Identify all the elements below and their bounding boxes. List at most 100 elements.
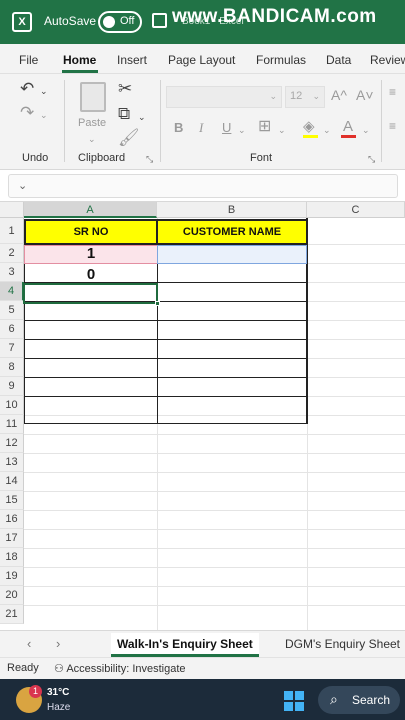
table-border bbox=[24, 396, 307, 397]
italic-icon[interactable]: I bbox=[199, 119, 203, 136]
row-header-14[interactable]: 14 bbox=[0, 472, 24, 491]
tab-home[interactable]: Home bbox=[63, 53, 96, 67]
copy-icon[interactable]: ⧉ bbox=[118, 105, 130, 122]
accessibility-text: Accessibility: Investigate bbox=[66, 663, 186, 675]
row-header-6[interactable]: 6 bbox=[0, 320, 24, 339]
paste-label[interactable]: Paste bbox=[78, 115, 106, 132]
row-header-17[interactable]: 17 bbox=[0, 529, 24, 548]
clipboard-launcher-icon[interactable]: ⤡ bbox=[146, 154, 153, 165]
fill-color-icon[interactable]: ◈ bbox=[303, 118, 315, 135]
group-undo-label: Undo bbox=[22, 152, 49, 164]
gridline bbox=[24, 491, 405, 492]
row-header-5[interactable]: 5 bbox=[0, 301, 24, 320]
gridline bbox=[24, 472, 405, 473]
search-icon: ⌕ bbox=[330, 691, 338, 707]
row-header-16[interactable]: 16 bbox=[0, 510, 24, 529]
sheet-tab-bar: ‹ › Walk-In's Enquiry Sheet DGM's Enquir… bbox=[0, 630, 405, 657]
cell-a2[interactable]: 1 bbox=[24, 245, 158, 264]
row-header-4[interactable]: 4 bbox=[0, 282, 24, 301]
column-header-c[interactable]: C bbox=[307, 202, 405, 218]
font-color-dropdown-icon[interactable]: ⌄ bbox=[362, 122, 370, 139]
row-header-11[interactable]: 11 bbox=[0, 415, 24, 434]
tab-page-layout[interactable]: Page Layout bbox=[168, 53, 235, 67]
row-header-19[interactable]: 19 bbox=[0, 567, 24, 586]
redo-icon[interactable]: ↷ bbox=[20, 104, 34, 121]
column-header-a[interactable]: A bbox=[24, 202, 157, 218]
row-header-8[interactable]: 8 bbox=[0, 358, 24, 377]
weather-condition: Haze bbox=[47, 702, 71, 713]
font-launcher-icon[interactable]: ⤡ bbox=[368, 154, 375, 165]
sheet-tab-walk-in[interactable]: Walk-In's Enquiry Sheet bbox=[111, 633, 259, 657]
select-all-corner[interactable] bbox=[0, 202, 24, 218]
copy-dropdown-icon[interactable]: ⌄ bbox=[138, 109, 146, 126]
font-size-value: 12 bbox=[290, 90, 303, 102]
format-painter-icon[interactable]: 🖌 bbox=[118, 129, 140, 146]
fill-dropdown-icon[interactable]: ⌄ bbox=[323, 122, 331, 139]
formula-input[interactable]: ⌄ bbox=[8, 174, 398, 198]
tab-insert[interactable]: Insert bbox=[117, 53, 147, 67]
font-name-combo[interactable]: ⌄ bbox=[166, 86, 282, 108]
windows-taskbar: 1 31°C Haze ⌕ Search bbox=[0, 679, 405, 720]
tab-scroll-right-icon[interactable]: › bbox=[56, 636, 60, 651]
row-header-9[interactable]: 9 bbox=[0, 377, 24, 396]
row-header-1[interactable]: 1 bbox=[0, 218, 24, 244]
worksheet-grid[interactable]: A B C 1 2 3 4 5 6 7 8 9 10 11 12 13 14 1… bbox=[0, 202, 405, 630]
undo-icon[interactable]: ↶ bbox=[20, 80, 34, 97]
windows-start-icon[interactable] bbox=[284, 691, 304, 711]
paste-icon[interactable] bbox=[80, 82, 106, 112]
cell-a3[interactable]: 0 bbox=[25, 264, 157, 282]
borders-icon[interactable]: ⊞ bbox=[258, 118, 271, 135]
cell-b2[interactable] bbox=[157, 245, 307, 264]
tab-formulas[interactable]: Formulas bbox=[256, 53, 306, 67]
cut-icon[interactable]: ✂ bbox=[118, 80, 132, 97]
ribbon-divider bbox=[381, 80, 382, 162]
cell-b1[interactable]: CUSTOMER NAME bbox=[156, 219, 308, 245]
row-header-21[interactable]: 21 bbox=[0, 605, 24, 624]
increase-font-icon[interactable]: A^ bbox=[331, 87, 347, 104]
fill-handle[interactable] bbox=[155, 301, 160, 306]
sheet-tab-dgm[interactable]: DGM's Enquiry Sheet bbox=[279, 633, 405, 657]
align-icon[interactable]: ≡ bbox=[389, 84, 396, 101]
status-bar: Ready ⚇ Accessibility: Investigate bbox=[0, 657, 405, 679]
tab-scroll-left-icon[interactable]: ‹ bbox=[27, 636, 31, 651]
font-size-combo[interactable]: 12 ⌄ bbox=[285, 86, 325, 108]
undo-dropdown-icon[interactable]: ⌄ bbox=[40, 83, 48, 100]
active-cell-selection[interactable] bbox=[23, 283, 158, 304]
row-header-2[interactable]: 2 bbox=[0, 244, 24, 263]
borders-dropdown-icon[interactable]: ⌄ bbox=[278, 122, 286, 139]
table-border bbox=[24, 320, 307, 321]
expand-formula-icon[interactable]: ⌄ bbox=[18, 179, 27, 192]
row-header-12[interactable]: 12 bbox=[0, 434, 24, 453]
row-header-10[interactable]: 10 bbox=[0, 396, 24, 415]
ribbon-divider bbox=[64, 80, 65, 162]
row-header-20[interactable]: 20 bbox=[0, 586, 24, 605]
row-header-18[interactable]: 18 bbox=[0, 548, 24, 567]
autosave-state: Off bbox=[120, 15, 135, 27]
redo-dropdown-icon[interactable]: ⌄ bbox=[40, 107, 48, 124]
tab-review[interactable]: Review bbox=[370, 53, 405, 67]
autosave-toggle[interactable]: Off bbox=[98, 11, 142, 33]
gridline bbox=[24, 548, 405, 549]
font-color-icon[interactable]: A bbox=[343, 118, 353, 135]
ribbon: ↶ ⌄ ↷ ⌄ Undo Paste ⌄ ✂ ⧉ ⌄ 🖌 Clipboard ⤡… bbox=[0, 74, 405, 170]
tab-file[interactable]: File bbox=[19, 53, 38, 67]
toggle-knob bbox=[103, 16, 115, 28]
accessibility-status[interactable]: ⚇ Accessibility: Investigate bbox=[54, 662, 186, 675]
row-header-3[interactable]: 3 bbox=[0, 263, 24, 282]
row-header-13[interactable]: 13 bbox=[0, 453, 24, 472]
row-header-15[interactable]: 15 bbox=[0, 491, 24, 510]
save-icon[interactable] bbox=[152, 13, 167, 28]
underline-icon[interactable]: U bbox=[222, 119, 231, 136]
paste-dropdown-icon[interactable]: ⌄ bbox=[88, 131, 96, 148]
taskbar-search[interactable]: ⌕ Search bbox=[318, 686, 400, 714]
underline-dropdown-icon[interactable]: ⌄ bbox=[238, 122, 246, 139]
gridline bbox=[24, 510, 405, 511]
decrease-font-icon[interactable]: A˅ bbox=[356, 87, 374, 104]
align-center-icon[interactable]: ≡ bbox=[389, 118, 396, 135]
bold-icon[interactable]: B bbox=[174, 119, 183, 136]
column-header-b[interactable]: B bbox=[157, 202, 307, 218]
row-header-7[interactable]: 7 bbox=[0, 339, 24, 358]
tab-data[interactable]: Data bbox=[326, 53, 351, 67]
table-border bbox=[24, 423, 307, 424]
cell-a1[interactable]: SR NO bbox=[24, 219, 158, 245]
